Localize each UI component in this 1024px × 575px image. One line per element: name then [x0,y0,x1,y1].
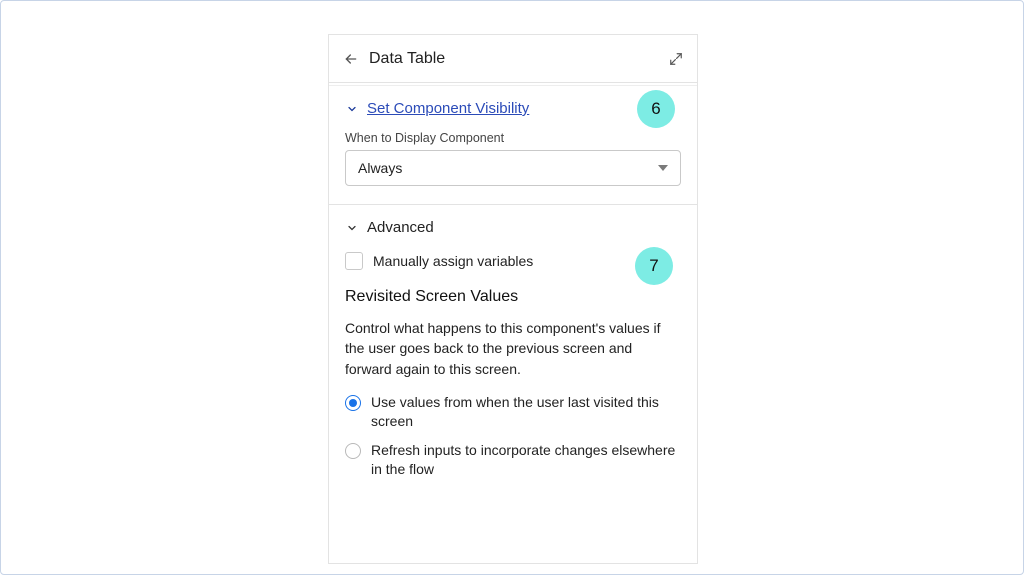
visibility-section: 6 Set Component Visibility When to Displ… [329,86,697,205]
expand-icon[interactable] [667,50,685,68]
panel-title: Data Table [369,50,667,68]
panel-header: Data Table [329,35,697,83]
advanced-accordion-header[interactable]: Advanced [345,219,681,236]
revisited-description: Control what happens to this component's… [345,318,681,379]
radio-option-refresh[interactable]: Refresh inputs to incorporate changes el… [345,441,681,479]
revisited-subheading: Revisited Screen Values [345,288,681,306]
outer-frame: Data Table 6 Set Component Visibility Wh… [0,0,1024,575]
display-field-label: When to Display Component [345,131,681,145]
advanced-section: 7 Advanced Manually assign variables Rev… [329,205,697,492]
visibility-heading-link[interactable]: Set Component Visibility [367,100,529,117]
display-select-value: Always [358,160,402,176]
back-arrow-icon[interactable] [341,49,361,69]
manual-assign-row: Manually assign variables [345,252,681,270]
display-select[interactable]: Always [345,150,681,186]
manual-assign-label: Manually assign variables [373,253,533,269]
chevron-down-icon [345,221,359,235]
visibility-accordion-header[interactable]: Set Component Visibility [345,100,681,117]
manual-assign-checkbox[interactable] [345,252,363,270]
radio-refresh[interactable] [345,443,361,459]
chevron-down-icon [345,102,359,116]
advanced-heading: Advanced [367,219,434,236]
radio-refresh-label: Refresh inputs to incorporate changes el… [371,441,681,479]
radio-last-visited-label: Use values from when the user last visit… [371,393,681,431]
dropdown-triangle-icon [658,165,668,171]
radio-option-last-visited[interactable]: Use values from when the user last visit… [345,393,681,431]
properties-panel: Data Table 6 Set Component Visibility Wh… [328,34,698,564]
callout-badge-7: 7 [635,247,673,285]
callout-badge-6: 6 [637,90,675,128]
radio-last-visited[interactable] [345,395,361,411]
